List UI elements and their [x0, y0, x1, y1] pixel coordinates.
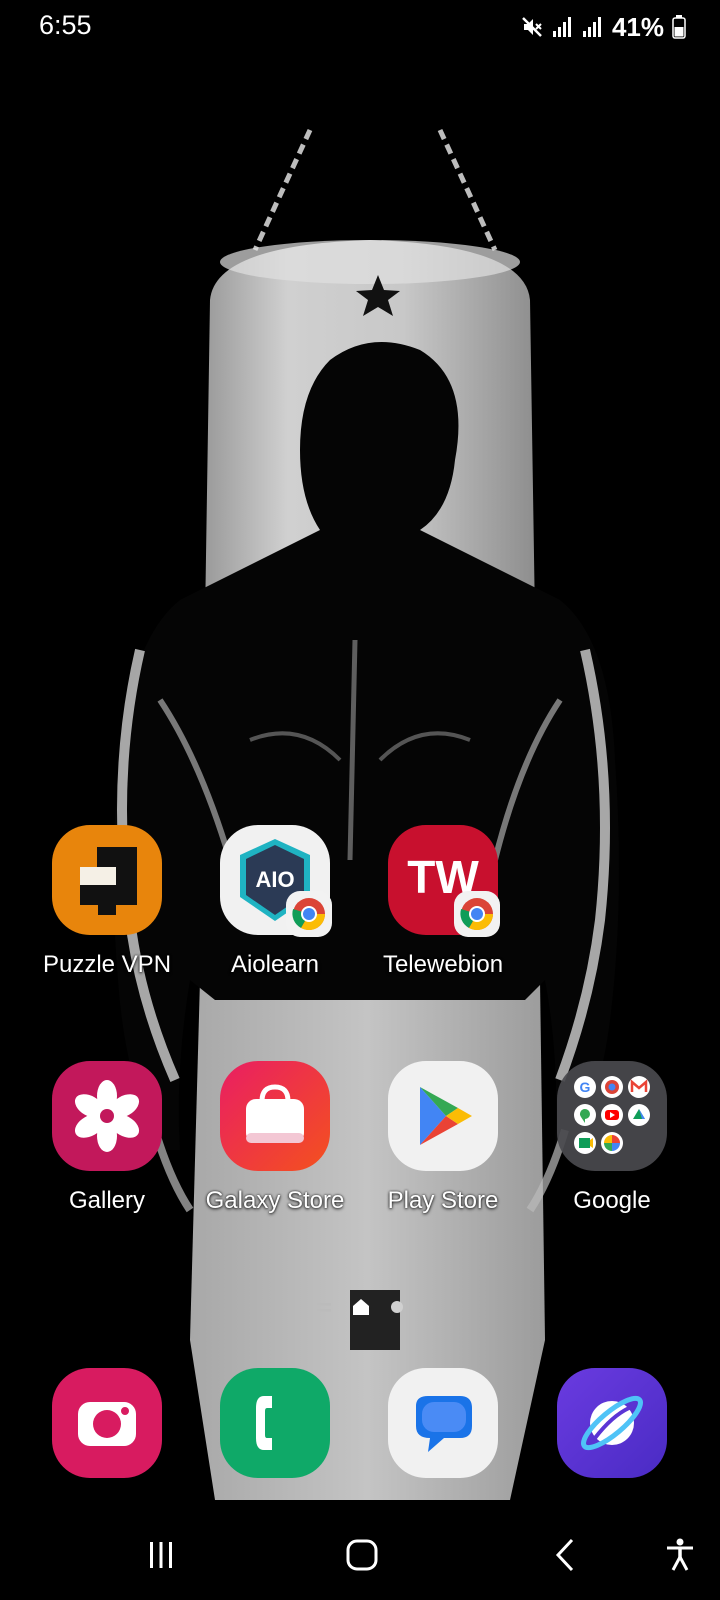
dock-messages[interactable] [388, 1368, 498, 1478]
chrome-badge-icon [286, 891, 332, 937]
folder-google[interactable]: G Google [527, 1061, 697, 1236]
app-aiolearn[interactable]: AIO Aiolearn [190, 825, 360, 1000]
app-label: Play Store [387, 1187, 499, 1214]
app-label: Galaxy Store [205, 1187, 345, 1214]
clock: 6:55 [39, 10, 92, 40]
chrome-badge-icon [454, 891, 500, 937]
back-button[interactable] [535, 1530, 595, 1580]
recent-apps-icon [150, 1542, 172, 1568]
google-folder-icon: G [557, 1061, 667, 1171]
accessibility-button[interactable] [650, 1530, 710, 1580]
mute-icon [522, 17, 542, 37]
status-icons: 41% [520, 12, 686, 42]
app-label: Aiolearn [230, 951, 320, 978]
home-page-icon [353, 1299, 369, 1315]
status-bar: 6:55 41% [0, 0, 720, 56]
messages-icon [388, 1368, 498, 1478]
galaxy-store-icon [220, 1061, 330, 1171]
aiolearn-icon-text: AIO [255, 867, 294, 892]
page-indicator[interactable] [0, 1295, 720, 1319]
navigation-bar [0, 1510, 720, 1600]
accessibility-icon [667, 1538, 693, 1571]
app-telewebion[interactable]: TW Telewebion [358, 825, 528, 1000]
signal-icon [582, 17, 601, 37]
signal-icon [552, 17, 571, 37]
app-label: Puzzle VPN [42, 951, 172, 978]
home-icon [346, 1539, 378, 1571]
app-puzzle-vpn[interactable]: Puzzle VPN [22, 825, 192, 1000]
app-label: Google [573, 1187, 651, 1214]
battery-percent: 41% [611, 11, 664, 42]
dock-camera[interactable] [52, 1368, 162, 1478]
gallery-icon [52, 1061, 162, 1171]
recent-apps-button[interactable] [131, 1530, 191, 1580]
internet-icon [557, 1368, 667, 1478]
wallpaper [0, 0, 720, 1600]
battery-icon [672, 15, 686, 39]
home-screen: 6:55 41% Puzzle VPN AIO Aiolearn TW Tele… [0, 0, 720, 1600]
dock-internet[interactable] [557, 1368, 667, 1478]
page-dot-icon [391, 1301, 403, 1313]
puzzle-vpn-icon [52, 825, 162, 935]
back-icon [555, 1538, 574, 1572]
camera-icon [52, 1368, 162, 1478]
svg-text:G: G [580, 1079, 591, 1095]
app-label: Gallery [68, 1187, 146, 1214]
phone-icon [220, 1368, 330, 1478]
app-gallery[interactable]: Gallery [22, 1061, 192, 1236]
app-play-store[interactable]: Play Store [358, 1061, 528, 1236]
dock-phone[interactable] [220, 1368, 330, 1478]
play-store-icon [388, 1061, 498, 1171]
app-label: Telewebion [382, 951, 504, 978]
app-galaxy-store[interactable]: Galaxy Store [190, 1061, 360, 1236]
home-button[interactable] [332, 1530, 392, 1580]
feed-icon [317, 1303, 331, 1312]
